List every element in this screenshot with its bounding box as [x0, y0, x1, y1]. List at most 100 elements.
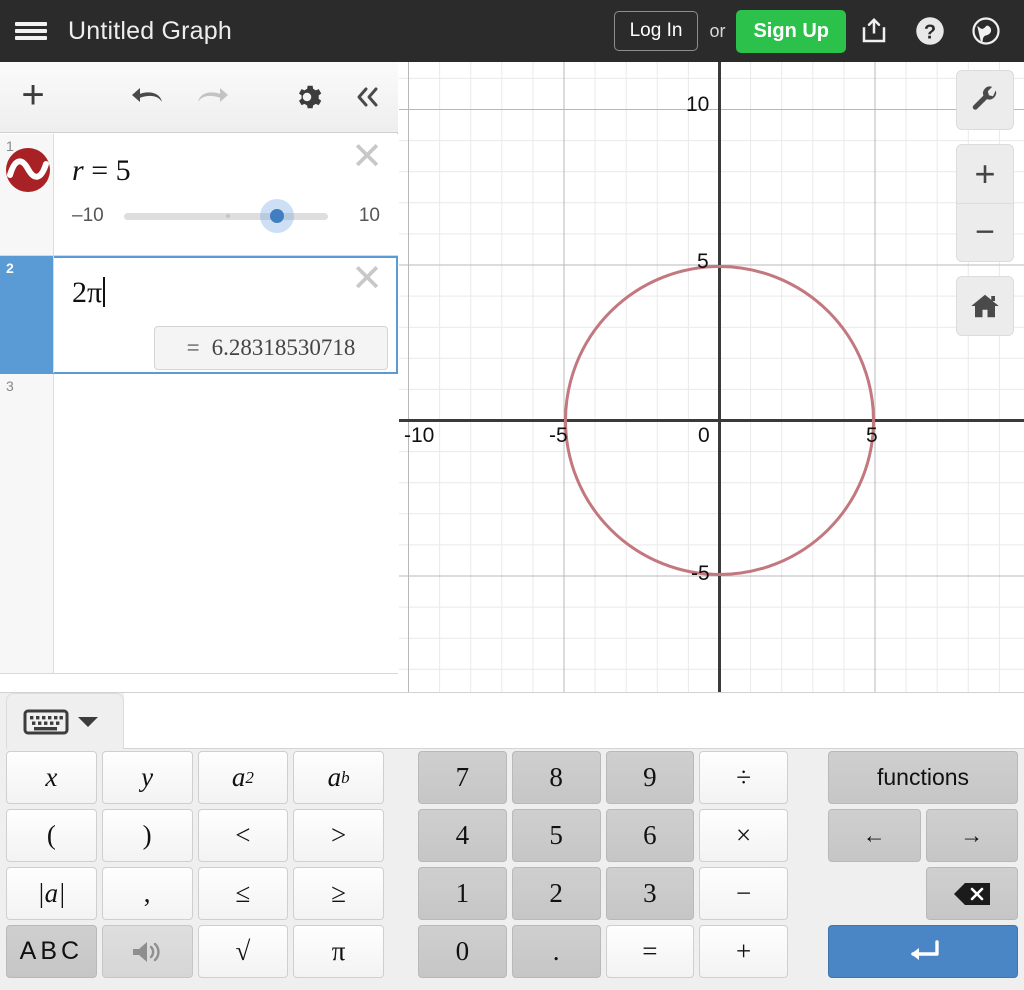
key-[interactable]: (	[6, 809, 97, 862]
key-[interactable]: <	[198, 809, 289, 862]
left-arrow-key[interactable]: ←	[828, 809, 921, 862]
x-tick-label: 5	[866, 424, 878, 448]
key-6[interactable]: 6	[606, 809, 695, 862]
expression-panel: +	[0, 62, 398, 692]
app-header: Untitled Graph Log In or Sign Up ?	[0, 0, 1024, 62]
key-2[interactable]: 2	[512, 867, 601, 920]
double-chevron-left-icon[interactable]	[336, 62, 398, 133]
key-y[interactable]: y	[102, 751, 193, 804]
keypad-spacer	[828, 867, 921, 920]
key-9[interactable]: 9	[606, 751, 695, 804]
key-decimal[interactable]: .	[512, 925, 601, 978]
add-expression-button[interactable]: +	[0, 62, 66, 133]
key-[interactable]: )	[102, 809, 193, 862]
chevron-down-icon	[77, 715, 99, 729]
redo-icon[interactable]	[180, 62, 242, 133]
circle-plot-r5	[564, 265, 875, 576]
key-3[interactable]: 3	[606, 867, 695, 920]
key-[interactable]: >	[293, 809, 384, 862]
zoom-out-button[interactable]: −	[957, 203, 1013, 261]
expr-equals: =	[91, 154, 108, 187]
key-abc[interactable]: ABC	[6, 925, 97, 978]
key-[interactable]: ,	[102, 867, 193, 920]
keyboard-tab-strip	[124, 693, 1024, 749]
symbol-keypad: xya2ab ()<> |a|,≤≥ ABC √π	[6, 751, 384, 978]
expression-body[interactable]	[54, 374, 398, 673]
right-arrow-key[interactable]: →	[926, 809, 1019, 862]
keyboard-pads: xya2ab ()<> |a|,≤≥ ABC √π 789÷ 456× 123− 0.=+ f…	[0, 749, 1024, 990]
help-icon[interactable]: ?	[902, 0, 958, 62]
keyboard-toggle-button[interactable]	[6, 693, 124, 749]
slider-track[interactable]	[124, 213, 328, 220]
wave-circle-icon[interactable]	[6, 148, 50, 192]
delete-expression-button[interactable]: ✕	[350, 264, 384, 298]
key-plus[interactable]: +	[699, 925, 788, 978]
slider-tick	[226, 214, 230, 218]
expr-input-text: 2π	[72, 276, 102, 309]
text-cursor	[103, 277, 105, 307]
expression-toolbar: +	[0, 62, 398, 133]
key-equals[interactable]: =	[606, 925, 695, 978]
wrench-icon[interactable]	[957, 71, 1013, 129]
expression-row-1[interactable]: 1 ✕ r = 5 –10	[0, 134, 398, 256]
key-absaabs[interactable]: |a|	[6, 867, 97, 920]
functions-key[interactable]: functions	[828, 751, 1018, 804]
slider-min-label[interactable]: –10	[72, 205, 110, 227]
backspace-key[interactable]	[926, 867, 1019, 920]
key-a-power-2[interactable]: a2	[198, 751, 289, 804]
key-divide[interactable]: ÷	[699, 751, 788, 804]
key-8[interactable]: 8	[512, 751, 601, 804]
key-4[interactable]: 4	[418, 809, 507, 862]
undo-icon[interactable]	[118, 62, 180, 133]
y-tick-label: 5	[697, 250, 709, 274]
expression-body[interactable]: ✕ 2π = 6.28318530718	[54, 256, 398, 373]
result-value: 6.28318530718	[212, 335, 356, 361]
zoom-in-button[interactable]: +	[957, 145, 1013, 203]
slider-max-label[interactable]: 10	[342, 205, 380, 227]
page-title[interactable]: Untitled Graph	[68, 17, 232, 46]
globe-icon[interactable]	[958, 0, 1014, 62]
expression-math-2[interactable]: 2π	[54, 270, 398, 316]
graph-canvas[interactable]: -10 -5 0 5 10 5 -5 -10 + −	[399, 62, 1024, 745]
key-minus[interactable]: −	[699, 867, 788, 920]
svg-text:?: ?	[924, 22, 936, 44]
key-x[interactable]: x	[6, 751, 97, 804]
slider-row[interactable]: –10 10	[54, 194, 398, 234]
home-icon[interactable]	[957, 277, 1013, 335]
hamburger-icon[interactable]	[0, 0, 62, 62]
expression-index: 3	[0, 374, 54, 673]
key-7[interactable]: 7	[418, 751, 507, 804]
signup-button[interactable]: Sign Up	[736, 10, 846, 53]
key-[interactable]: ≤	[198, 867, 289, 920]
share-icon[interactable]	[846, 0, 902, 62]
expression-list: 1 ✕ r = 5 –10	[0, 134, 398, 692]
zoom-controls: + −	[956, 144, 1014, 262]
key-1[interactable]: 1	[418, 867, 507, 920]
login-button[interactable]: Log In	[614, 11, 699, 51]
key-a-power-b[interactable]: ab	[293, 751, 384, 804]
key-0[interactable]: 0	[418, 925, 507, 978]
expression-row-3[interactable]: 3	[0, 374, 398, 674]
or-label: or	[709, 21, 725, 42]
x-tick-label: -10	[404, 424, 434, 448]
key-audio[interactable]	[102, 925, 193, 978]
evaluation-result: = 6.28318530718	[154, 326, 388, 370]
enter-key[interactable]	[828, 925, 1018, 978]
key-multiply[interactable]: ×	[699, 809, 788, 862]
key-[interactable]: ≥	[293, 867, 384, 920]
speaker-icon	[130, 939, 164, 965]
header-actions: Log In or Sign Up ?	[614, 0, 1024, 62]
key-[interactable]: π	[293, 925, 384, 978]
desmos-calculator-app: Untitled Graph Log In or Sign Up ?	[0, 0, 1024, 990]
key-5[interactable]: 5	[512, 809, 601, 862]
delete-expression-button[interactable]: ✕	[350, 142, 384, 176]
y-tick-label: 10	[686, 93, 709, 117]
key-[interactable]: √	[198, 925, 289, 978]
gear-icon[interactable]	[278, 62, 336, 133]
zoom-in-label: +	[974, 156, 995, 192]
x-tick-label: -5	[549, 424, 568, 448]
expression-body[interactable]: ✕ r = 5 –10 10	[54, 134, 398, 255]
slider-thumb[interactable]	[260, 199, 294, 233]
expression-row-2[interactable]: 2 ✕ 2π = 6.28318530718	[0, 256, 398, 374]
graph-tools: + −	[956, 70, 1014, 350]
